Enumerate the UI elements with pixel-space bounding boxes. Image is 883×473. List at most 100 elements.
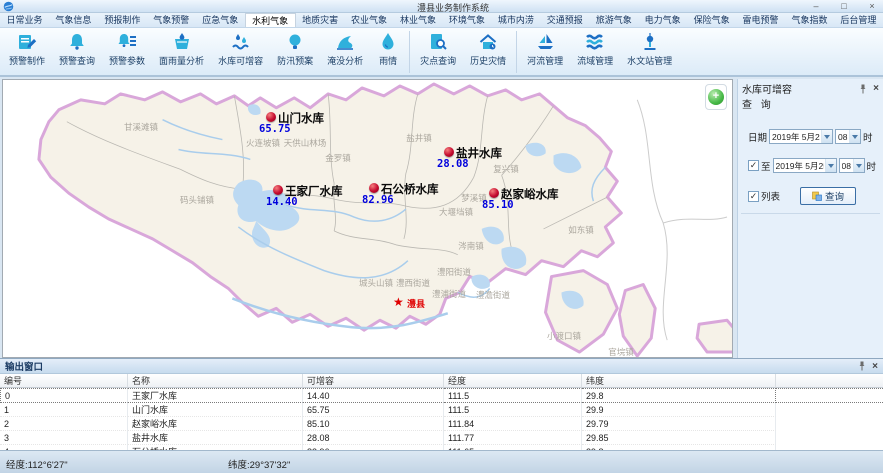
- chevron-down-icon[interactable]: [821, 130, 832, 143]
- hydro-station-button[interactable]: 水文站管理: [620, 30, 679, 68]
- tab-water-weather[interactable]: 水利气象: [245, 13, 296, 27]
- river-manage-button[interactable]: 河流管理: [520, 30, 570, 68]
- panel-close-icon[interactable]: ×: [873, 84, 879, 93]
- reservoir-dot-icon[interactable]: [273, 185, 283, 195]
- island-shape: [697, 320, 732, 352]
- table-row[interactable]: 2赵家峪水库85.10111.8429.79: [0, 417, 883, 431]
- tab-forecast-making[interactable]: 预报制作: [98, 13, 147, 27]
- col-header-longitude[interactable]: 经度: [444, 374, 582, 388]
- tab-weather-info[interactable]: 气象信息: [49, 13, 98, 27]
- status-latitude: 纬度:29°37'32": [228, 457, 290, 471]
- disaster-query-button[interactable]: 灾点查询: [413, 30, 463, 68]
- query-button[interactable]: 查询: [800, 187, 856, 205]
- col-header-latitude[interactable]: 纬度: [582, 374, 776, 388]
- to-date-checkbox[interactable]: ✓: [748, 160, 759, 171]
- tab-agri-weather[interactable]: 农业气象: [345, 13, 394, 27]
- tab-weather-warning[interactable]: 气象预警: [147, 13, 196, 27]
- table-header-row: 编号 名称 可增容 经度 纬度: [0, 374, 883, 388]
- output-close-icon[interactable]: ×: [872, 362, 878, 371]
- county-name-label: 澧县: [407, 297, 425, 310]
- tab-traffic-forecast[interactable]: 交通预报: [540, 13, 589, 27]
- tab-insurance-weather[interactable]: 保险气象: [687, 13, 736, 27]
- map-zoom-in-button[interactable]: +: [705, 84, 727, 110]
- town-label: 火连坡镇: [246, 137, 280, 149]
- tab-lightning-warning[interactable]: 雷电预警: [736, 13, 785, 27]
- chevron-down-icon[interactable]: [825, 159, 836, 172]
- toolbar-label: 预警制作: [9, 54, 45, 67]
- tab-weather-index[interactable]: 气象指数: [785, 13, 834, 27]
- toolbar-label: 面雨量分析: [159, 54, 204, 67]
- output-window-title: 输出窗口: [5, 359, 43, 373]
- output-window: 输出窗口 × 编号 名称 可增容 经度 纬度 0王家: [0, 358, 883, 450]
- submerge-analysis-button[interactable]: 淹没分析: [320, 30, 370, 68]
- reservoir-capacity-panel: 水库可增容 × 查 询 日期 2019年 5月24日 08 时: [737, 79, 883, 358]
- town-label: 涔南镇: [458, 240, 484, 252]
- warning-edit-button[interactable]: 预警制作: [2, 30, 52, 68]
- town-label: 天供山林场: [284, 137, 327, 149]
- menu-bar: 日常业务 气象信息 预报制作 气象预警 应急气象 水利气象 地质灾害 农业气象 …: [0, 13, 883, 28]
- toolbar: 预警制作 预警查询 预警参数 面雨量分析 水库可增容 防汛预案 淹没分析 雨情: [0, 28, 883, 77]
- col-header-capacity[interactable]: 可增容: [303, 374, 444, 388]
- tab-geo-disaster[interactable]: 地质灾害: [296, 13, 345, 27]
- county-star-icon: ★: [393, 295, 404, 309]
- reservoir-value: 14.40: [266, 196, 298, 208]
- area-rainfall-button[interactable]: 面雨量分析: [152, 30, 211, 68]
- flood-plan-button[interactable]: 防汛预案: [270, 30, 320, 68]
- warning-query-button[interactable]: 预警查询: [52, 30, 102, 68]
- county-map: [3, 80, 732, 357]
- map-panel[interactable]: 甘溪滩镇 码头铺镇 火连坡镇 天供山林场 金罗镇 盐井镇 复兴镇 梦溪镇 大堰垱…: [2, 79, 733, 358]
- basin-manage-button[interactable]: 流域管理: [570, 30, 620, 68]
- list-checkbox[interactable]: ✓: [748, 191, 759, 202]
- town-label: 复兴镇: [493, 163, 519, 175]
- pin-icon[interactable]: [859, 84, 867, 94]
- reservoir-value: 28.08: [437, 158, 469, 170]
- date-from-select[interactable]: 2019年 5月24日: [769, 129, 833, 144]
- title-bar: 澧县业务制作系统 – □ ×: [0, 0, 883, 13]
- to-label: 至: [761, 159, 771, 173]
- col-header-id[interactable]: 编号: [0, 374, 128, 388]
- toolbar-label: 灾点查询: [420, 54, 456, 67]
- table-row[interactable]: 3盐井水库28.08111.7729.85: [0, 431, 883, 445]
- close-button[interactable]: ×: [865, 1, 879, 12]
- warning-params-icon: [116, 31, 138, 53]
- col-header-empty: [776, 374, 883, 388]
- reservoir-capacity-button[interactable]: 水库可增容: [211, 30, 270, 68]
- table-row[interactable]: 1山门水库65.75111.529.9: [0, 403, 883, 417]
- tab-env-weather[interactable]: 环境气象: [442, 13, 491, 27]
- disaster-query-icon: [427, 31, 449, 53]
- tab-daily-ops[interactable]: 日常业务: [0, 13, 49, 27]
- warning-params-button[interactable]: 预警参数: [102, 30, 152, 68]
- reservoir-dot-icon[interactable]: [266, 112, 276, 122]
- tab-urban-flood[interactable]: 城市内涝: [491, 13, 540, 27]
- reservoir-dot-icon[interactable]: [369, 183, 379, 193]
- date-to-select[interactable]: 2019年 5月25日: [773, 158, 837, 173]
- rain-info-button[interactable]: 雨情: [370, 30, 406, 68]
- toolbar-label: 雨情: [379, 54, 397, 67]
- chevron-down-icon[interactable]: [849, 130, 860, 143]
- tab-tourism-weather[interactable]: 旅游气象: [589, 13, 638, 27]
- pin-icon[interactable]: [858, 361, 866, 371]
- toolbar-separator: [409, 31, 410, 73]
- chevron-down-icon[interactable]: [853, 159, 864, 172]
- river-manage-icon: [534, 31, 556, 53]
- hour-to-select[interactable]: 08: [839, 158, 865, 173]
- disaster-history-button[interactable]: 历史灾情: [463, 30, 513, 68]
- tab-admin[interactable]: 后台管理: [834, 13, 883, 27]
- table-row[interactable]: 0王家厂水库14.40111.529.8: [0, 388, 883, 403]
- reservoir-value: 65.75: [259, 123, 291, 135]
- toolbar-label: 水文站管理: [627, 54, 672, 67]
- zoom-in-icon: +: [708, 89, 724, 105]
- tab-power-weather[interactable]: 电力气象: [638, 13, 687, 27]
- reservoir-dot-icon[interactable]: [489, 188, 499, 198]
- toolbar-label: 历史灾情: [470, 54, 506, 67]
- tab-forest-weather[interactable]: 林业气象: [394, 13, 443, 27]
- maximize-button[interactable]: □: [837, 1, 851, 12]
- flood-plan-icon: [284, 31, 306, 53]
- minimize-button[interactable]: –: [809, 1, 823, 12]
- hour-from-select[interactable]: 08: [835, 129, 861, 144]
- toolbar-label: 防汛预案: [277, 54, 313, 67]
- tab-emergency-weather[interactable]: 应急气象: [196, 13, 245, 27]
- reservoir-dot-icon[interactable]: [444, 147, 454, 157]
- col-header-name[interactable]: 名称: [128, 374, 303, 388]
- query-button-icon: [812, 191, 822, 201]
